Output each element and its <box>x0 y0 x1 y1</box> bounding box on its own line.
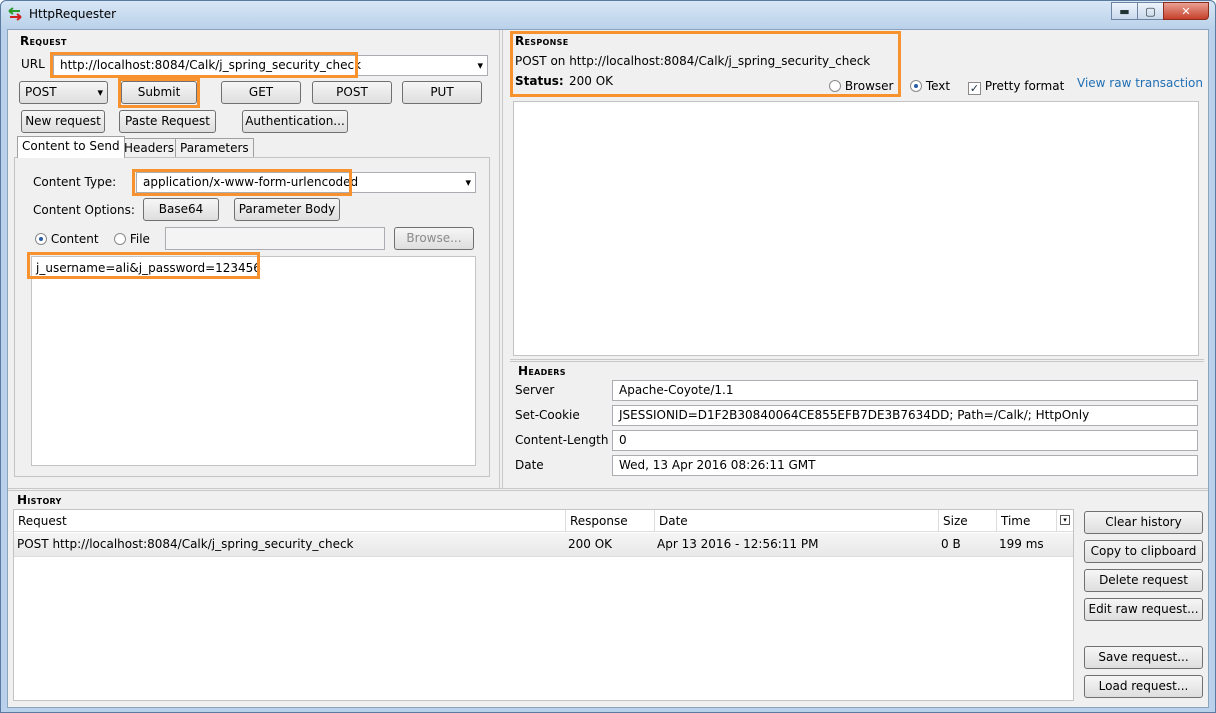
app-window: HttpRequester ▬ ▢ ✕ Request URL http://l… <box>0 0 1216 713</box>
submit-highlight <box>118 78 200 108</box>
app-arrows-icon <box>8 7 22 21</box>
header-value[interactable]: Apache-Coyote/1.1 <box>612 380 1198 401</box>
response-body[interactable] <box>513 101 1199 356</box>
radio-selected-icon <box>35 233 47 245</box>
file-radio-label: File <box>129 232 150 246</box>
post-button[interactable]: POST <box>312 81 392 104</box>
close-button[interactable]: ✕ <box>1163 2 1209 20</box>
method-select[interactable]: POST <box>19 81 108 104</box>
row-size: 0 B <box>941 537 961 551</box>
text-radio-label: Text <box>925 79 951 93</box>
request-section-label: Request <box>20 34 67 48</box>
content-options-label: Content Options: <box>33 203 135 217</box>
radio-empty-icon <box>829 80 841 92</box>
maximize-icon: ▢ <box>1145 4 1156 18</box>
view-raw-transaction-link[interactable]: View raw transaction <box>1077 76 1203 90</box>
file-path-input[interactable] <box>165 227 385 250</box>
close-icon: ✕ <box>1181 4 1191 18</box>
get-button[interactable]: GET <box>221 81 301 104</box>
table-row[interactable]: POST http://localhost:8084/Calk/j_spring… <box>14 533 1073 557</box>
minimize-icon: ▬ <box>1119 4 1130 18</box>
tab-headers[interactable]: Headers <box>119 138 179 158</box>
row-time: 199 ms <box>999 537 1044 551</box>
body-highlight <box>27 252 260 279</box>
row-request: POST http://localhost:8084/Calk/j_spring… <box>17 537 354 551</box>
header-value[interactable]: Wed, 13 Apr 2016 08:26:11 GMT <box>612 455 1198 476</box>
column-header-date[interactable]: Date <box>655 510 939 532</box>
history-table[interactable]: Request Response Date Size Time ▾ POST h… <box>13 509 1074 701</box>
history-splitter[interactable] <box>8 488 1208 491</box>
text-radio[interactable]: Text <box>910 79 950 93</box>
minimize-button[interactable]: ▬ <box>1111 2 1138 20</box>
column-header-response[interactable]: Response <box>566 510 655 532</box>
new-request-button[interactable]: New request <box>21 110 105 133</box>
horizontal-splitter[interactable] <box>510 359 1204 362</box>
header-name: Date <box>515 458 544 472</box>
put-button[interactable]: PUT <box>402 81 482 104</box>
pretty-format-checkbox[interactable]: ✓ Pretty format <box>968 79 1064 95</box>
edit-raw-request-button[interactable]: Edit raw request... <box>1084 598 1203 621</box>
browse-button[interactable]: Browse... <box>394 227 474 250</box>
content-type-highlight <box>132 169 352 196</box>
column-header-time[interactable]: Time <box>997 510 1057 532</box>
header-name: Content-Length <box>515 433 609 447</box>
content-radio[interactable]: Content <box>35 232 99 246</box>
client-area: Request URL http://localhost:8084/Calk/j… <box>7 29 1209 708</box>
url-label: URL <box>21 57 45 71</box>
vertical-splitter[interactable] <box>499 30 503 488</box>
headers-section-label: Headers <box>518 364 566 378</box>
file-radio[interactable]: File <box>114 232 150 246</box>
load-request-button[interactable]: Load request... <box>1084 675 1203 698</box>
radio-selected-icon <box>910 80 922 92</box>
url-highlight <box>50 52 358 78</box>
content-type-label: Content Type: <box>33 175 117 189</box>
authentication-button[interactable]: Authentication... <box>242 110 348 133</box>
browser-radio[interactable]: Browser <box>829 79 893 93</box>
clear-history-button[interactable]: Clear history <box>1084 511 1203 534</box>
row-response: 200 OK <box>568 537 613 551</box>
delete-request-button[interactable]: Delete request <box>1084 569 1203 592</box>
row-date: Apr 13 2016 - 12:56:11 PM <box>657 537 819 551</box>
history-table-header: Request Response Date Size Time ▾ <box>14 510 1073 532</box>
column-header-request[interactable]: Request <box>14 510 566 532</box>
save-request-button[interactable]: Save request... <box>1084 646 1203 669</box>
header-value[interactable]: JSESSIONID=D1F2B30840064CE855EFB7DE3B763… <box>612 405 1198 426</box>
window-title: HttpRequester <box>29 7 117 21</box>
body-editor[interactable]: j_username=ali&j_password=123456 <box>31 256 476 466</box>
paste-request-button[interactable]: Paste Request <box>119 110 216 133</box>
tab-content-to-send[interactable]: Content to Send <box>17 136 125 158</box>
tab-parameters[interactable]: Parameters <box>175 138 254 158</box>
maximize-button[interactable]: ▢ <box>1137 2 1164 20</box>
title-bar[interactable]: HttpRequester ▬ ▢ ✕ <box>1 1 1215 27</box>
browser-radio-label: Browser <box>844 79 894 93</box>
content-radio-label: Content <box>50 232 99 246</box>
header-value[interactable]: 0 <box>612 430 1198 451</box>
copy-to-clipboard-button[interactable]: Copy to clipboard <box>1084 540 1203 563</box>
pretty-format-label: Pretty format <box>984 79 1065 93</box>
header-name: Set-Cookie <box>515 408 580 422</box>
history-section-label: History <box>17 493 62 507</box>
base64-button[interactable]: Base64 <box>143 198 219 221</box>
checkmark-icon: ✓ <box>968 82 981 95</box>
column-header-size[interactable]: Size <box>939 510 997 532</box>
radio-empty-icon <box>114 233 126 245</box>
header-name: Server <box>515 383 555 397</box>
parameter-body-button[interactable]: Parameter Body <box>234 198 340 221</box>
column-chooser-icon[interactable]: ▾ <box>1060 515 1070 525</box>
